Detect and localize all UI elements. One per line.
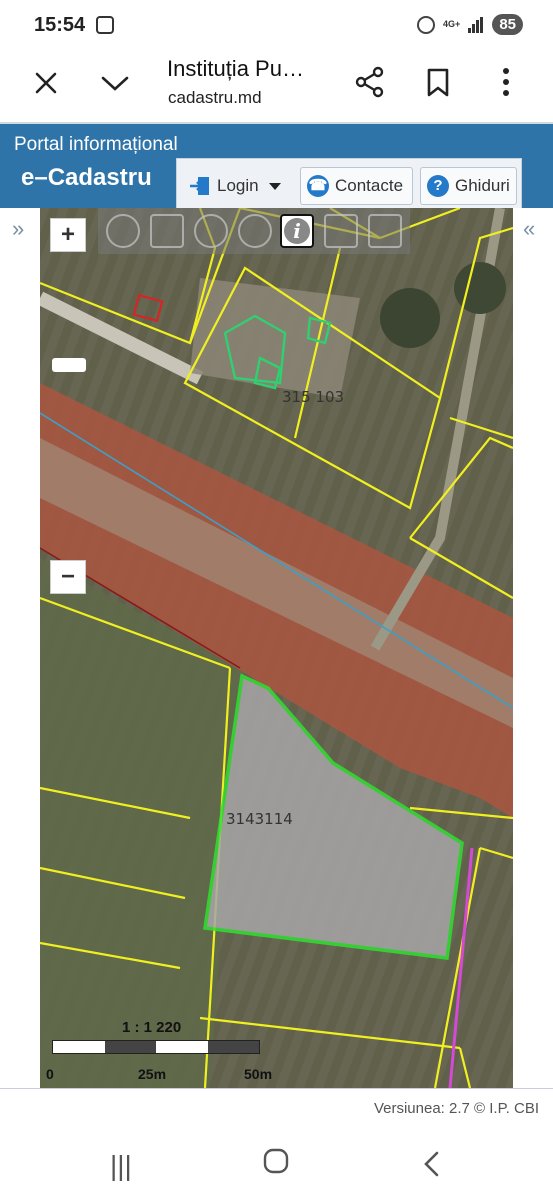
zoom-slider-handle[interactable] <box>52 358 86 372</box>
svg-text:i: i <box>293 219 301 243</box>
brand-logo[interactable]: e–Cadastru <box>21 164 152 192</box>
map-panel: » « 315 103 3143114 + − i 1: 1 220 0 25… <box>0 208 553 1088</box>
scale-tick-1: 25m <box>138 1066 167 1082</box>
map-imagery <box>40 208 513 1088</box>
chevron-down-icon <box>268 182 281 190</box>
screenshot-icon <box>96 16 114 34</box>
version-footer: Versiunea: 2.7 © I.P. CBI <box>0 1088 553 1130</box>
scale-bar <box>52 1040 260 1054</box>
parcel-label-top: 315 103 <box>282 388 345 406</box>
chevron-down-icon[interactable] <box>100 70 130 96</box>
scale-ratio: 1 : 1 220 <box>122 1019 182 1036</box>
site-header: Portal informațional e–Cadastru Login ☎ … <box>0 122 553 210</box>
system-nav-bar: ||| <box>0 1130 553 1200</box>
map-toolbar: i <box>98 208 410 254</box>
signal-icon <box>468 16 484 33</box>
status-bar: 15:54 4G+ 85 <box>0 0 553 52</box>
contacts-label: Contacte <box>335 176 404 195</box>
globe-icon[interactable] <box>106 214 140 248</box>
back-icon[interactable] <box>422 1150 442 1185</box>
more-icon[interactable] <box>496 66 516 98</box>
contacts-button[interactable]: ☎ Contacte <box>300 167 413 205</box>
zoom-out-tool-icon[interactable] <box>238 214 272 248</box>
measure-length-icon[interactable] <box>324 214 358 248</box>
guides-button[interactable]: ? Ghiduri <box>420 167 517 205</box>
browser-toolbar: Instituția Pu… cadastru.md <box>0 52 553 122</box>
guides-label: Ghiduri <box>455 176 510 195</box>
login-icon <box>190 177 209 195</box>
expand-left-icon[interactable]: » <box>12 216 24 242</box>
help-icon: ? <box>427 175 449 197</box>
parcel-label-main: 3143114 <box>226 810 293 828</box>
login-label: Login <box>217 176 259 195</box>
scale-tick-0: 0 <box>46 1066 54 1082</box>
battery-badge: 85 <box>492 14 523 35</box>
close-icon[interactable] <box>33 70 59 96</box>
page-title[interactable]: Instituția Pu… <box>167 56 304 82</box>
phone-icon: ☎ <box>307 175 329 197</box>
hotspot-icon <box>417 15 436 34</box>
portal-label: Portal informațional <box>14 134 178 155</box>
scale-tick-2: 50m <box>244 1066 273 1082</box>
map-canvas[interactable]: 315 103 3143114 <box>40 208 513 1088</box>
measure-area-icon[interactable] <box>368 214 402 248</box>
home-icon[interactable] <box>263 1148 289 1181</box>
share-icon[interactable] <box>355 66 385 98</box>
version-text: Versiunea: 2.7 © I.P. CBI <box>373 1100 539 1117</box>
recents-icon[interactable]: ||| <box>110 1150 132 1182</box>
status-indicators: 4G+ 85 <box>417 14 523 35</box>
top-nav: Login ☎ Contacte ? Ghiduri <box>176 158 522 210</box>
status-time: 15:54 <box>34 14 86 36</box>
zoom-in-tool-icon[interactable] <box>194 214 228 248</box>
login-button[interactable]: Login <box>183 167 295 205</box>
zoom-in-button[interactable]: + <box>50 218 86 252</box>
zoom-out-button[interactable]: − <box>50 560 86 594</box>
bookmark-icon[interactable] <box>426 68 450 98</box>
info-icon[interactable]: i <box>280 214 314 248</box>
collapse-right-icon[interactable]: « <box>523 216 535 242</box>
page-url[interactable]: cadastru.md <box>168 88 262 108</box>
network-type: 4G+ <box>443 19 461 29</box>
pan-icon[interactable] <box>150 214 184 248</box>
